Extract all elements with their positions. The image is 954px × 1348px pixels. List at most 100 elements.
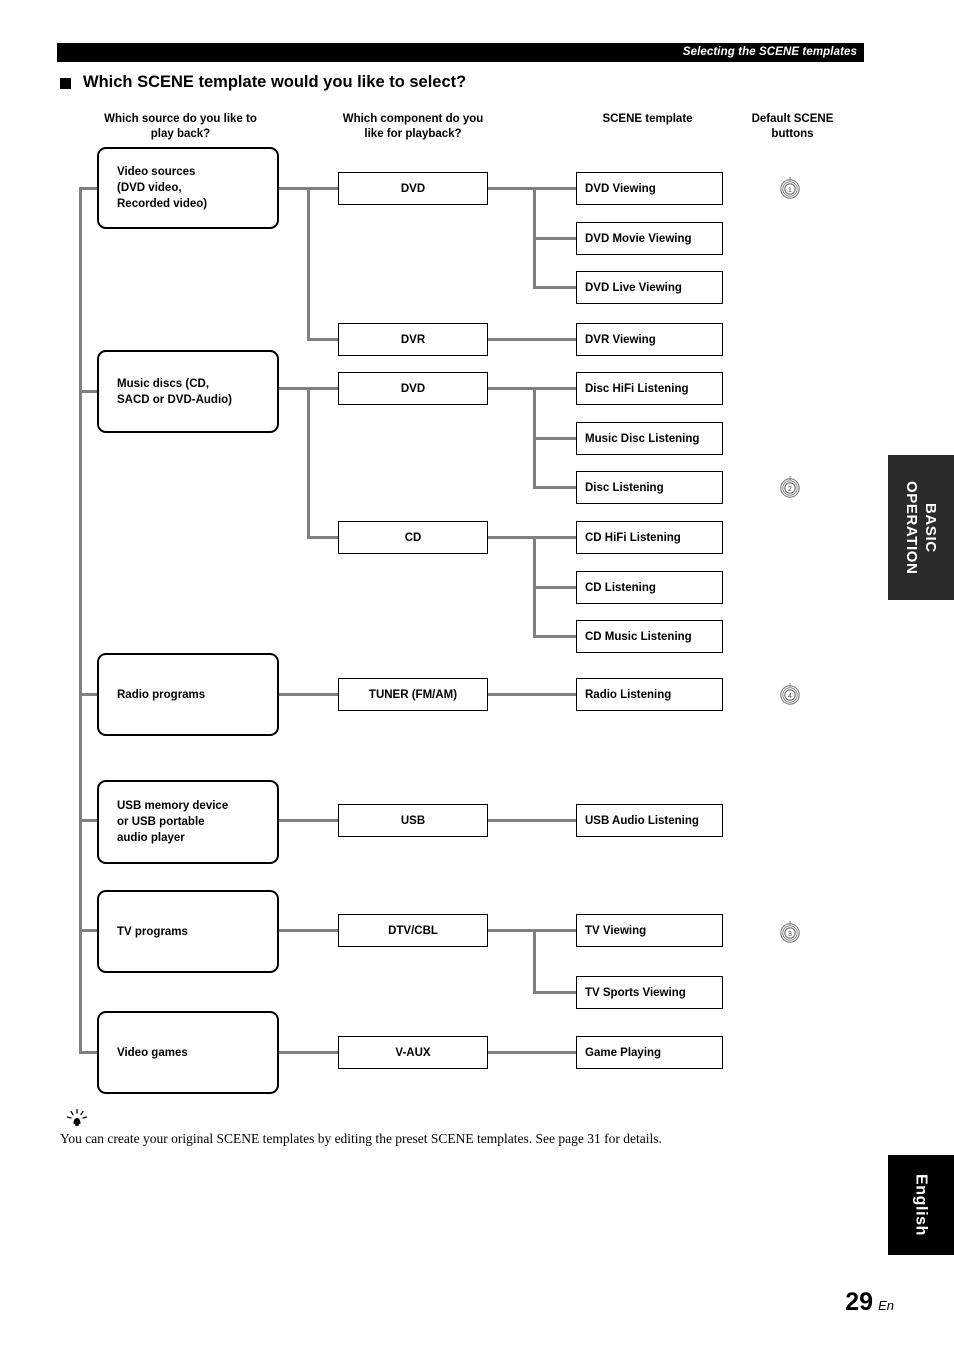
- tip-text: You can create your original SCENE templ…: [60, 1131, 662, 1146]
- template-box-tv-viewing[interactable]: TV Viewing: [576, 914, 723, 947]
- component-box-cd[interactable]: CD: [338, 521, 488, 554]
- bullet-square-icon: [60, 77, 71, 89]
- column-heading-template: SCENE template: [565, 112, 730, 127]
- template-box-cd-music-listening[interactable]: CD Music Listening: [576, 620, 723, 653]
- side-tab-english: English: [888, 1155, 954, 1255]
- template-box-cd-listening[interactable]: CD Listening: [576, 571, 723, 604]
- template-box-radio-listening[interactable]: Radio Listening: [576, 678, 723, 711]
- template-box-game-playing[interactable]: Game Playing: [576, 1036, 723, 1069]
- template-label-usb-audio-listening: USB Audio Listening: [585, 814, 699, 827]
- connector-cd-out: [487, 536, 577, 539]
- manual-page: Selecting the SCENE templates Which SCEN…: [0, 0, 954, 1348]
- connector-trunk-left: [79, 188, 82, 1054]
- component-box-dvr[interactable]: DVR: [338, 323, 488, 356]
- template-box-disc-hifi-listening[interactable]: Disc HiFi Listening: [576, 372, 723, 405]
- connector-dvd-to-movie-viewing: [533, 237, 577, 240]
- template-box-dvd-live-viewing[interactable]: DVD Live Viewing: [576, 271, 723, 304]
- template-label-dvd-movie-viewing: DVD Movie Viewing: [585, 232, 692, 245]
- scene-button-2-icon[interactable]: 2: [777, 475, 803, 501]
- template-label-dvd-live-viewing: DVD Live Viewing: [585, 281, 682, 294]
- scene-button-3-number: 3: [788, 931, 792, 938]
- template-label-cd-music-listening: CD Music Listening: [585, 630, 692, 643]
- template-box-dvd-movie-viewing[interactable]: DVD Movie Viewing: [576, 222, 723, 255]
- column-heading-component-line2: like for playback?: [364, 128, 462, 140]
- component-box-dvd-video[interactable]: DVD: [338, 172, 488, 205]
- template-label-music-disc-listening: Music Disc Listening: [585, 432, 700, 445]
- connector-dvdaudio-to-disc-listening: [533, 486, 577, 489]
- template-label-dvd-viewing: DVD Viewing: [585, 182, 656, 195]
- source-box-usb-device[interactable]: USB memory device or USB portable audio …: [97, 780, 279, 864]
- template-box-music-disc-listening[interactable]: Music Disc Listening: [576, 422, 723, 455]
- template-box-disc-listening[interactable]: Disc Listening: [576, 471, 723, 504]
- template-box-cd-hifi-listening[interactable]: CD HiFi Listening: [576, 521, 723, 554]
- running-header-bar: Selecting the SCENE templates: [57, 43, 864, 62]
- connector-dvd-video-out: [487, 187, 577, 190]
- source-box-video-sources[interactable]: Video sources (DVD video, Recorded video…: [97, 147, 279, 229]
- component-label-dvd-video: DVD: [400, 182, 426, 195]
- source-music-discs-line2: SACD or DVD-Audio): [117, 393, 232, 406]
- template-label-tv-sports-viewing: TV Sports Viewing: [585, 986, 686, 999]
- template-box-tv-sports-viewing[interactable]: TV Sports Viewing: [576, 976, 723, 1009]
- source-box-tv-programs[interactable]: TV programs: [97, 890, 279, 973]
- source-usb-device-line3: audio player: [117, 832, 185, 844]
- page-number: 29 En: [845, 1288, 894, 1317]
- column-heading-component: Which component do you like for playback…: [318, 112, 508, 142]
- column-heading-buttons-line1: Default SCENE: [751, 113, 834, 125]
- template-label-tv-viewing: TV Viewing: [585, 924, 647, 937]
- template-label-cd-listening: CD Listening: [585, 581, 656, 594]
- connector-dvd-to-live-viewing: [533, 286, 577, 289]
- connector-video-sources-branch: [307, 187, 310, 339]
- connector-usbcomp-out: [487, 819, 577, 822]
- connector-tuner-out: [487, 693, 577, 696]
- scene-button-1-icon[interactable]: 1: [777, 176, 803, 202]
- source-radio-programs-line1: Radio programs: [117, 688, 206, 701]
- column-heading-source: Which source do you like to play back?: [78, 112, 283, 142]
- template-label-radio-listening: Radio Listening: [585, 688, 672, 701]
- scene-button-3-icon[interactable]: 3: [777, 920, 803, 946]
- column-heading-template-text: SCENE template: [602, 113, 693, 125]
- source-video-sources-line2: (DVD video,: [117, 182, 182, 194]
- component-label-tuner: TUNER (FM/AM): [368, 688, 458, 701]
- source-usb-device-line2: or USB portable: [117, 816, 205, 828]
- connector-games-to-vaux: [279, 1051, 339, 1054]
- template-label-disc-hifi-listening: Disc HiFi Listening: [585, 382, 689, 395]
- scene-button-4-icon[interactable]: 4: [777, 682, 803, 708]
- section-title: Which SCENE template would you like to s…: [60, 73, 466, 92]
- column-heading-source-line1: Which source do you like to: [104, 113, 257, 125]
- page-language-code: En: [878, 1298, 894, 1313]
- connector-branch-to-cd: [307, 536, 339, 539]
- component-label-v-aux: V-AUX: [395, 1046, 431, 1059]
- connector-dvr-out: [487, 338, 577, 341]
- source-box-music-discs[interactable]: Music discs (CD, SACD or DVD-Audio): [97, 350, 279, 433]
- template-label-cd-hifi-listening: CD HiFi Listening: [585, 531, 681, 544]
- template-box-dvr-viewing[interactable]: DVR Viewing: [576, 323, 723, 356]
- component-box-dtv-cbl[interactable]: DTV/CBL: [338, 914, 488, 947]
- component-box-v-aux[interactable]: V-AUX: [338, 1036, 488, 1069]
- side-tab-english-label: English: [912, 1174, 930, 1236]
- source-box-video-games[interactable]: Video games: [97, 1011, 279, 1094]
- component-box-tuner[interactable]: TUNER (FM/AM): [338, 678, 488, 711]
- source-box-radio-programs[interactable]: Radio programs: [97, 653, 279, 736]
- component-box-dvd-audio[interactable]: DVD: [338, 372, 488, 405]
- scene-button-1-number: 1: [788, 187, 792, 194]
- running-header-title: Selecting the SCENE templates: [682, 46, 857, 58]
- component-box-usb[interactable]: USB: [338, 804, 488, 837]
- tip-bulb-icon: [63, 1108, 91, 1132]
- page-number-value: 29: [845, 1288, 874, 1316]
- connector-usb-to-usb: [279, 819, 339, 822]
- template-box-dvd-viewing[interactable]: DVD Viewing: [576, 172, 723, 205]
- connector-tv-to-dtvcbl: [279, 929, 339, 932]
- source-video-sources-line1: Video sources: [117, 166, 196, 178]
- column-heading-source-line2: play back?: [150, 128, 211, 140]
- source-usb-device-line1: USB memory device: [117, 800, 229, 812]
- connector-dtvcbl-branch: [533, 929, 536, 992]
- connector-vaux-out: [487, 1051, 577, 1054]
- component-label-dtv-cbl: DTV/CBL: [388, 924, 438, 937]
- template-box-usb-audio-listening[interactable]: USB Audio Listening: [576, 804, 723, 837]
- source-video-sources-line3: Recorded video): [117, 198, 208, 210]
- side-tab-basic-operation: BASIC OPERATION: [888, 455, 954, 600]
- side-tab-basic-operation-label: BASIC OPERATION: [903, 480, 939, 575]
- column-heading-component-line1: Which component do you: [342, 113, 484, 125]
- connector-cd-to-cd-music: [533, 635, 577, 638]
- column-heading-buttons: Default SCENE buttons: [735, 112, 850, 142]
